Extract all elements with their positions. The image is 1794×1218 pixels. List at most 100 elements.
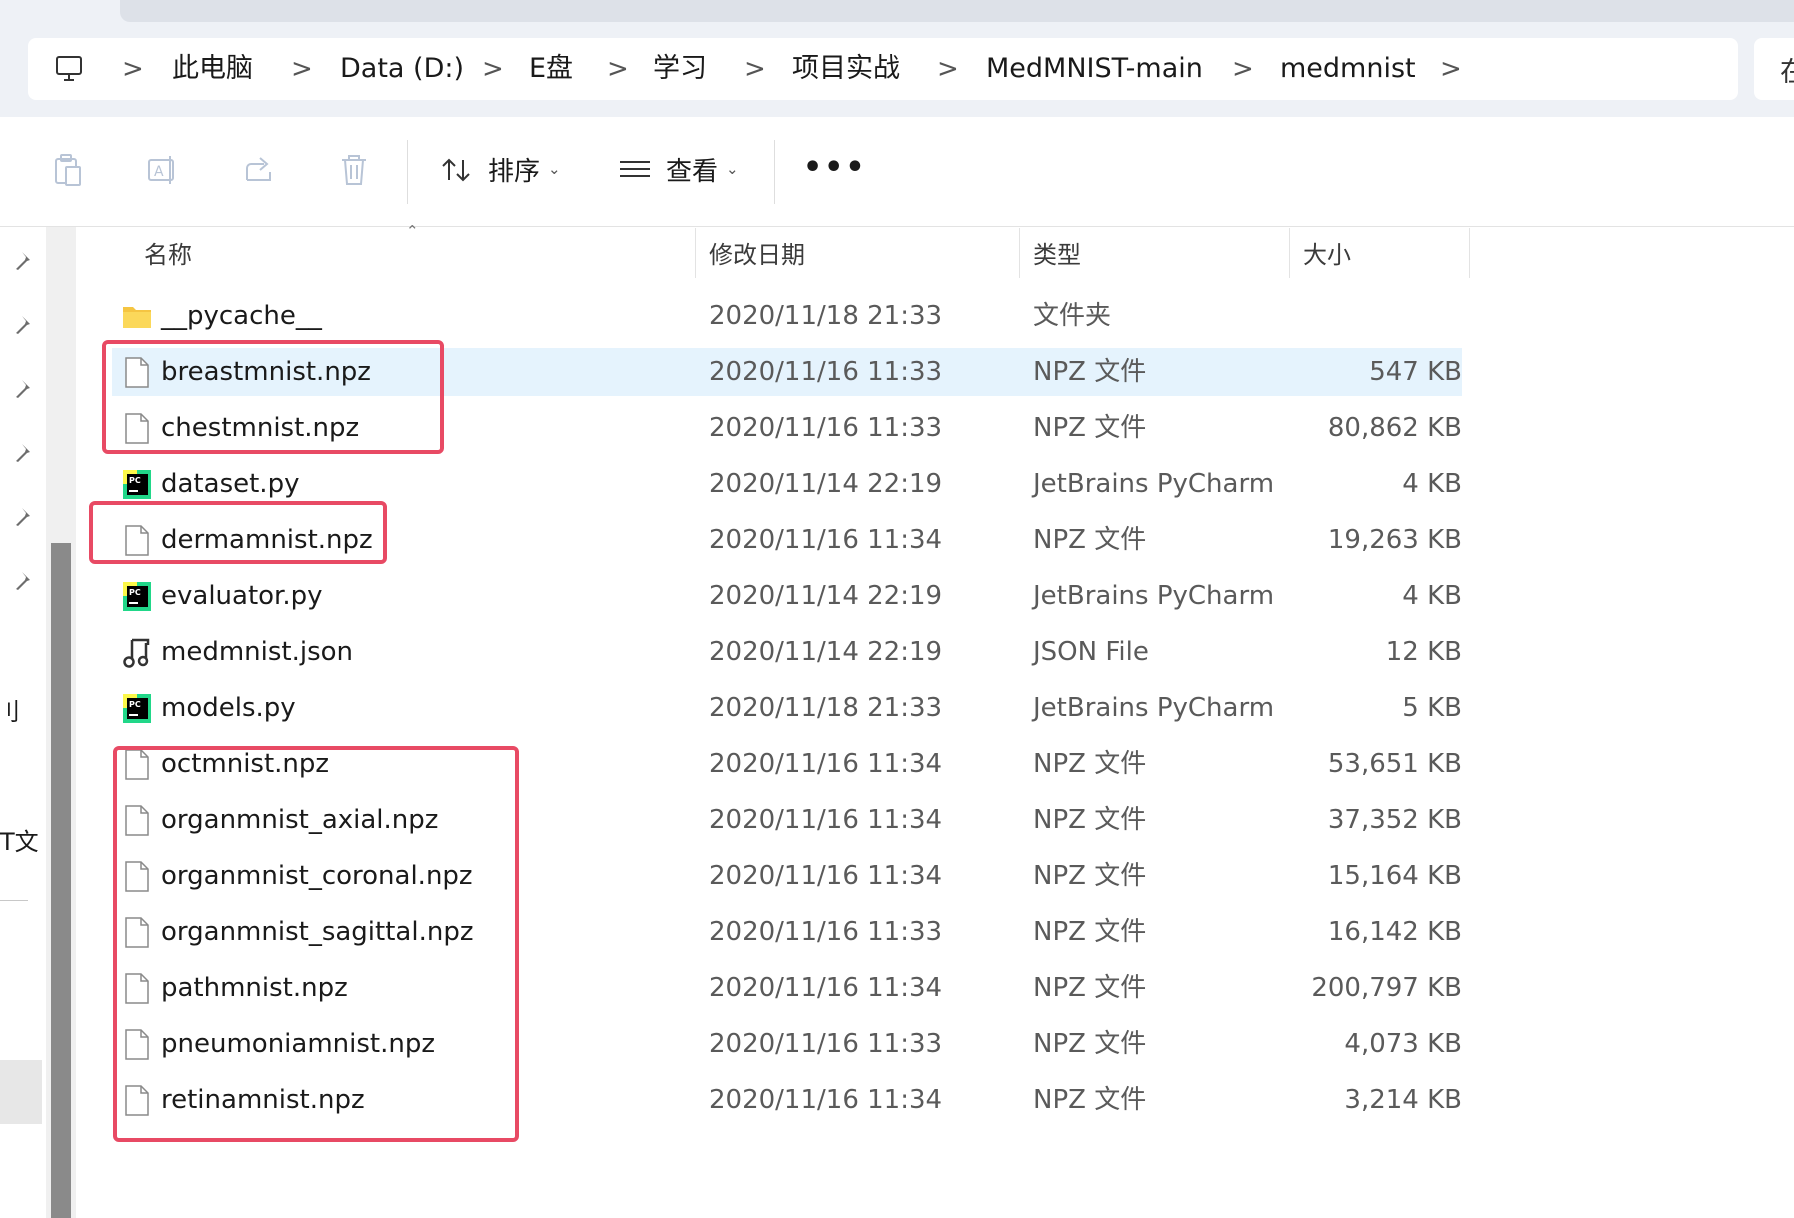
this-pc-icon[interactable] [54,54,84,84]
file-size: 80,862 KB [1327,413,1462,443]
nav-item-partial[interactable]: 刂 [0,692,20,727]
pin-icon[interactable] [14,249,38,273]
file-name: chestmnist.npz [161,413,360,443]
file-type: NPZ 文件 [1033,525,1147,555]
chevron-down-icon[interactable]: ⌄ [548,160,561,178]
svg-text:PC: PC [129,588,141,597]
svg-text:A: A [154,164,164,180]
file-size: 4 KB [1402,469,1462,499]
breadcrumb-e-pan[interactable]: E盘 [529,52,573,86]
pin-icon[interactable] [14,313,38,337]
file-type: NPZ 文件 [1033,917,1147,947]
file-date: 2020/11/16 11:33 [709,1029,943,1059]
nav-scrollbar-thumb[interactable] [51,543,71,1218]
file-row[interactable]: dermamnist.npz 2020/11/16 11:34 NPZ 文件 1… [112,516,1462,564]
file-row[interactable]: organmnist_coronal.npz 2020/11/16 11:34 … [112,852,1462,900]
file-type: NPZ 文件 [1033,1085,1147,1115]
delete-icon[interactable] [337,152,371,188]
file-icon [125,1085,149,1116]
file-size: 19,263 KB [1327,525,1462,555]
file-row[interactable]: PC models.py 2020/11/18 21:33 JetBrains … [112,684,1462,732]
chevron-down-icon[interactable]: ⌄ [726,160,739,178]
sort-button[interactable]: 排序 [488,155,540,189]
pycharm-icon: PC [123,470,151,499]
breadcrumb-medmnist-main[interactable]: MedMNIST-main [986,52,1203,86]
pin-icon[interactable] [14,569,38,593]
file-icon [125,357,149,388]
breadcrumb-data-d[interactable]: Data (D:) [340,52,464,86]
file-date: 2020/11/18 21:33 [709,301,943,331]
pin-icon[interactable] [14,505,38,529]
column-divider[interactable] [1469,228,1470,278]
more-options-button[interactable]: ••• [803,150,867,185]
file-date: 2020/11/16 11:33 [709,413,943,443]
column-divider[interactable] [1019,228,1020,278]
share-icon[interactable] [242,152,276,188]
file-name: pathmnist.npz [161,973,348,1003]
column-header-type[interactable]: 类型 [1033,240,1081,270]
file-size: 53,651 KB [1327,749,1462,779]
file-name: medmnist.json [161,637,354,667]
file-name: models.py [161,693,296,723]
svg-text:PC: PC [129,476,141,485]
file-date: 2020/11/16 11:34 [709,861,943,891]
file-icon [125,973,149,1004]
file-size: 3,214 KB [1344,1085,1462,1115]
file-row[interactable]: pneumoniamnist.npz 2020/11/16 11:33 NPZ … [112,1020,1462,1068]
pin-icon[interactable] [14,441,38,465]
file-row[interactable]: octmnist.npz 2020/11/16 11:34 NPZ 文件 53,… [112,740,1462,788]
file-row[interactable]: chestmnist.npz 2020/11/16 11:33 NPZ 文件 8… [112,404,1462,452]
file-row[interactable]: medmnist.json 2020/11/14 22:19 JSON File… [112,628,1462,676]
file-icon [125,413,149,444]
nav-item-partial[interactable]: T文 [0,822,39,857]
file-date: 2020/11/14 22:19 [709,581,943,611]
file-row[interactable]: organmnist_sagittal.npz 2020/11/16 11:33… [112,908,1462,956]
breadcrumb-separator[interactable]: > [291,52,313,86]
search-partial-text: 在 [1780,57,1794,88]
file-row[interactable]: __pycache__ 2020/11/18 21:33 文件夹 [112,292,1462,340]
breadcrumb-separator[interactable]: > [937,52,959,86]
view-icon[interactable] [618,152,652,188]
file-row[interactable]: organmnist_axial.npz 2020/11/16 11:34 NP… [112,796,1462,844]
breadcrumb-projects[interactable]: 项目实战 [792,52,900,86]
file-size: 4 KB [1402,581,1462,611]
file-type: NPZ 文件 [1033,357,1147,387]
column-header-size[interactable]: 大小 [1303,240,1351,270]
breadcrumb-separator[interactable]: > [607,52,629,86]
breadcrumb-separator[interactable]: > [1232,52,1254,86]
search-box[interactable]: 在 [1754,38,1794,100]
toolbar-divider [407,140,408,204]
file-row[interactable]: PC dataset.py 2020/11/14 22:19 JetBrains… [112,460,1462,508]
file-name: breastmnist.npz [161,357,371,387]
file-row[interactable]: pathmnist.npz 2020/11/16 11:34 NPZ 文件 20… [112,964,1462,1012]
column-header-date[interactable]: 修改日期 [709,240,805,270]
breadcrumb-medmnist[interactable]: medmnist [1280,52,1416,86]
file-size: 37,352 KB [1327,805,1462,835]
breadcrumb-this-pc[interactable]: 此电脑 [172,52,253,86]
file-row[interactable]: retinamnist.npz 2020/11/16 11:34 NPZ 文件 … [112,1076,1462,1124]
file-date: 2020/11/16 11:34 [709,973,943,1003]
file-type: NPZ 文件 [1033,805,1147,835]
breadcrumb-separator[interactable]: > [1440,52,1462,86]
file-date: 2020/11/18 21:33 [709,693,943,723]
nav-item-highlight[interactable] [0,1060,42,1124]
column-divider[interactable] [695,228,696,278]
view-button[interactable]: 查看 [666,155,718,189]
file-row[interactable]: PC evaluator.py 2020/11/14 22:19 JetBrai… [112,572,1462,620]
pin-icon[interactable] [14,377,38,401]
rename-icon[interactable]: A [146,152,180,188]
file-row[interactable]: breastmnist.npz 2020/11/16 11:33 NPZ 文件 … [112,348,1462,396]
column-divider[interactable] [1289,228,1290,278]
file-name: evaluator.py [161,581,323,611]
svg-text:PC: PC [129,700,141,709]
file-size: 16,142 KB [1327,917,1462,947]
breadcrumb-study[interactable]: 学习 [653,52,707,86]
breadcrumb-separator[interactable]: > [482,52,504,86]
sort-icon[interactable] [440,152,474,188]
breadcrumb-separator[interactable]: > [122,52,144,86]
paste-icon[interactable] [51,152,85,188]
column-header-name[interactable]: 名称 [144,240,192,270]
file-date: 2020/11/14 22:19 [709,469,943,499]
file-icon [125,1029,149,1060]
breadcrumb-separator[interactable]: > [744,52,766,86]
